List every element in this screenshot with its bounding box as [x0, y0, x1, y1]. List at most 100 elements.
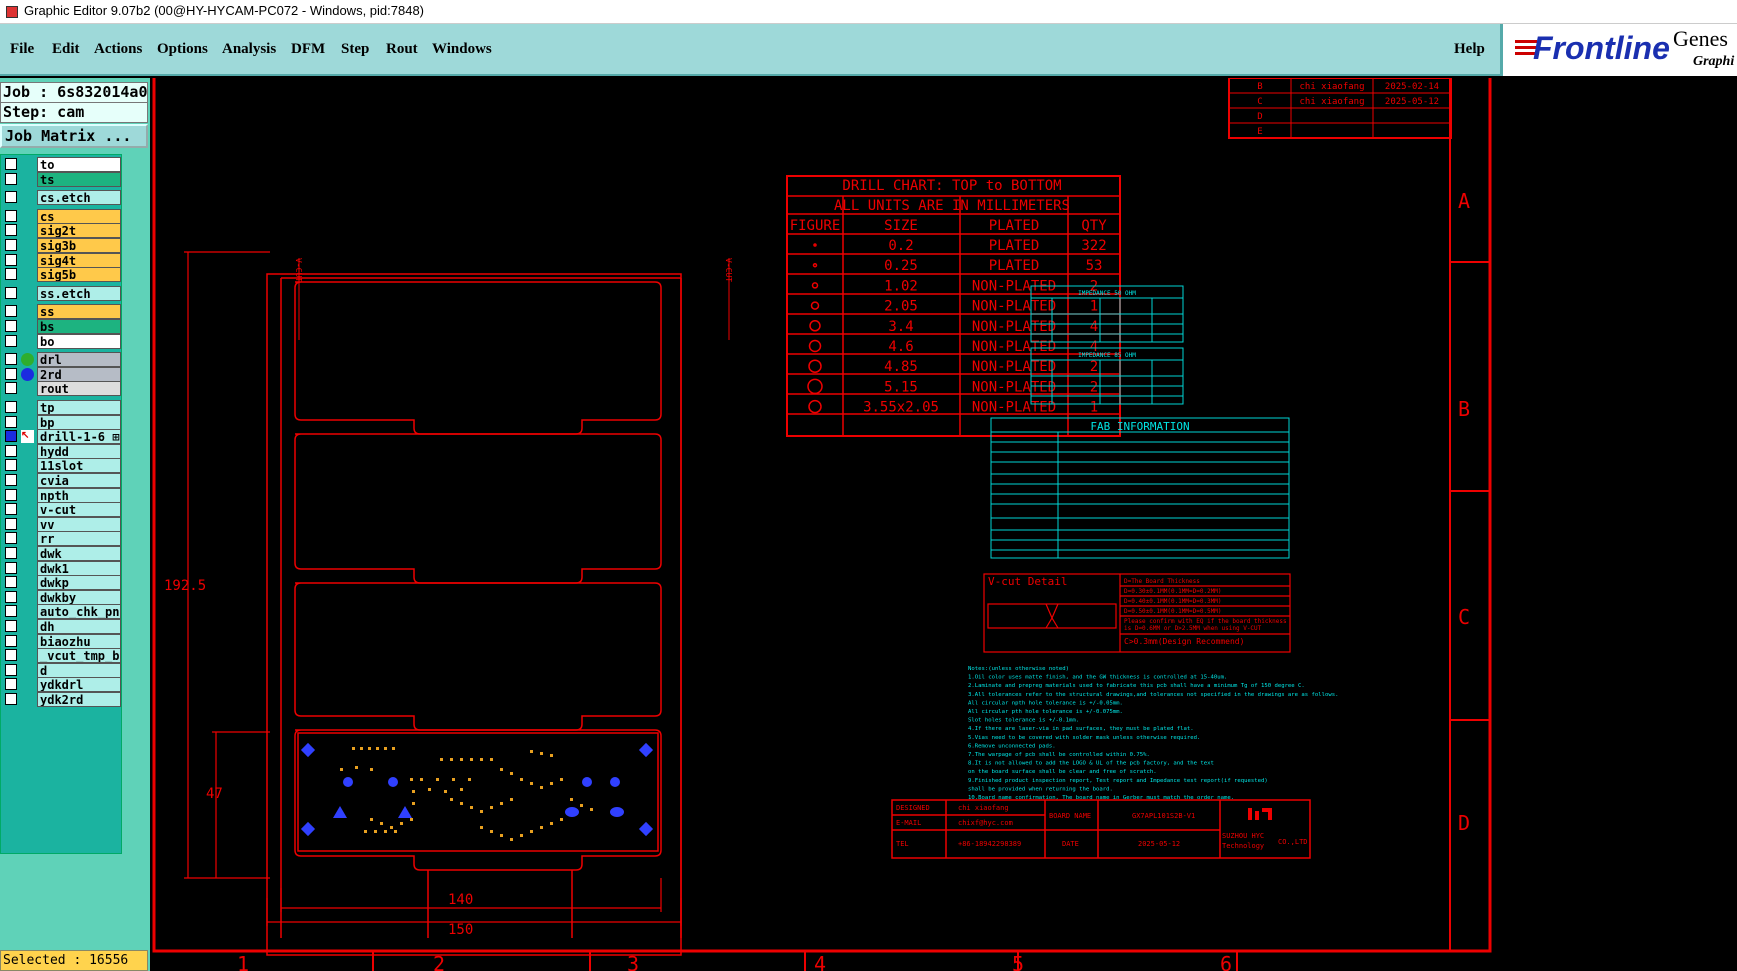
menu-rout[interactable]: Rout: [386, 41, 418, 58]
layer-row[interactable]: vv: [3, 516, 121, 532]
menu-analysis[interactable]: Analysis: [222, 41, 276, 58]
layer-name[interactable]: drl: [37, 352, 121, 368]
layer-checkbox[interactable]: [5, 415, 17, 428]
layer-checkbox[interactable]: [5, 693, 17, 705]
layer-name[interactable]: bp: [37, 414, 121, 430]
layer-checkbox[interactable]: [5, 649, 17, 662]
layer-name[interactable]: ss: [37, 304, 121, 320]
layer-name[interactable]: cs: [37, 208, 121, 224]
layer-name[interactable]: bo: [37, 333, 121, 349]
layer-checkbox[interactable]: [5, 532, 17, 545]
layer-row[interactable]: dwk1: [3, 560, 121, 576]
layer-name[interactable]: 11slot: [37, 458, 121, 474]
layer-checkbox[interactable]: [5, 576, 17, 589]
layer-row[interactable]: ↖ drill-1-6 ⊞: [3, 429, 121, 445]
layer-name[interactable]: sig3b: [37, 238, 121, 253]
layer-checkbox[interactable]: [5, 158, 17, 170]
layer-checkbox[interactable]: [5, 663, 17, 676]
layer-checkbox[interactable]: [5, 444, 17, 457]
layer-name[interactable]: rout: [37, 381, 121, 397]
layer-row[interactable]: ss: [3, 304, 121, 320]
layer-row[interactable]: 2rd: [3, 366, 121, 382]
layer-row[interactable]: tp: [3, 400, 121, 415]
layer-row[interactable]: bo: [3, 333, 121, 349]
layer-checkbox[interactable]: [5, 191, 17, 204]
layer-checkbox[interactable]: [5, 547, 17, 559]
layer-name[interactable]: sig5b: [37, 267, 121, 283]
layer-name[interactable]: vv: [37, 516, 121, 532]
layer-name[interactable]: npth: [37, 487, 121, 503]
layer-checkbox[interactable]: [5, 320, 17, 332]
layer-row[interactable]: dwk: [3, 546, 121, 561]
layer-checkbox[interactable]: [5, 209, 17, 222]
layer-row[interactable]: auto_chk_pn: [3, 604, 121, 620]
layer-name[interactable]: _vcut_tmp_ba: [37, 648, 121, 664]
layer-checkbox[interactable]: [5, 517, 17, 530]
layer-name[interactable]: v-cut: [37, 502, 121, 518]
layer-row[interactable]: cvia: [3, 473, 121, 488]
layer-checkbox[interactable]: [5, 253, 17, 266]
layer-row[interactable]: sig3b: [3, 238, 121, 253]
layer-name[interactable]: d: [37, 662, 121, 678]
layer-row[interactable]: cs.etch: [3, 190, 121, 206]
layer-row[interactable]: to: [3, 157, 121, 172]
layer-checkbox[interactable]: [5, 634, 17, 647]
layer-name[interactable]: to: [37, 157, 121, 172]
menu-edit[interactable]: Edit: [52, 41, 80, 58]
menu-actions[interactable]: Actions: [94, 41, 142, 58]
layer-name[interactable]: sig4t: [37, 252, 121, 268]
layer-row[interactable]: _vcut_tmp_ba: [3, 648, 121, 664]
graphic-canvas[interactable]: ABCD 123456 Bchi xiaofang 2025-02-14C chi …: [150, 78, 1737, 971]
layer-checkbox[interactable]: [5, 401, 17, 413]
layer-checkbox[interactable]: [5, 305, 17, 318]
layer-row[interactable]: dh: [3, 619, 121, 634]
layer-checkbox[interactable]: [5, 268, 17, 281]
layer-checkbox[interactable]: [5, 334, 17, 347]
layer-name[interactable]: dwk1: [37, 560, 121, 576]
layer-checkbox[interactable]: [5, 605, 17, 618]
layer-row[interactable]: biaozhu: [3, 633, 121, 649]
layer-name[interactable]: tp: [37, 400, 121, 415]
layer-row[interactable]: ts: [3, 171, 121, 187]
layer-checkbox[interactable]: [5, 474, 17, 486]
layer-name[interactable]: biaozhu: [37, 633, 121, 649]
layer-checkbox[interactable]: [5, 678, 17, 691]
job-matrix-button[interactable]: Job Matrix ...: [0, 124, 148, 148]
layer-row[interactable]: hydd: [3, 443, 121, 459]
layer-row[interactable]: v-cut: [3, 502, 121, 518]
layer-row[interactable]: rr: [3, 531, 121, 547]
layer-name[interactable]: dwkby: [37, 589, 121, 605]
menu-options[interactable]: Options: [157, 41, 208, 58]
layer-row[interactable]: rout: [3, 381, 121, 397]
layer-checkbox[interactable]: [5, 353, 17, 366]
layer-checkbox[interactable]: [5, 286, 17, 299]
layer-name[interactable]: ss.etch: [37, 285, 121, 301]
layer-checkbox[interactable]: [5, 430, 17, 443]
layer-checkbox[interactable]: [5, 459, 17, 472]
layer-row[interactable]: ydk2rd: [3, 692, 121, 707]
layer-checkbox[interactable]: [5, 620, 17, 632]
layer-name[interactable]: sig2t: [37, 223, 121, 239]
menu-dfm[interactable]: DFM: [291, 41, 325, 58]
layer-name[interactable]: dh: [37, 619, 121, 634]
layer-checkbox[interactable]: [5, 503, 17, 516]
layer-row[interactable]: sig4t: [3, 252, 121, 268]
layer-name[interactable]: drill-1-6 ⊞: [37, 429, 121, 445]
layer-name[interactable]: ydkdrl: [37, 677, 121, 693]
layer-row[interactable]: sig5b: [3, 267, 121, 283]
layer-checkbox[interactable]: [5, 224, 17, 237]
menu-windows[interactable]: Windows: [432, 41, 492, 58]
layer-row[interactable]: sig2t: [3, 223, 121, 239]
layer-name[interactable]: auto_chk_pn: [37, 604, 121, 620]
layer-name[interactable]: cs.etch: [37, 190, 121, 206]
layer-row[interactable]: drl: [3, 352, 121, 368]
menu-step[interactable]: Step: [341, 41, 369, 58]
layer-row[interactable]: cs: [3, 208, 121, 224]
layer-row[interactable]: d: [3, 662, 121, 678]
layer-checkbox[interactable]: [5, 367, 17, 380]
layer-name[interactable]: hydd: [37, 443, 121, 459]
layer-checkbox[interactable]: [5, 590, 17, 603]
layer-row[interactable]: dwkp: [3, 575, 121, 591]
layer-name[interactable]: dwk: [37, 546, 121, 561]
layer-checkbox[interactable]: [5, 561, 17, 574]
